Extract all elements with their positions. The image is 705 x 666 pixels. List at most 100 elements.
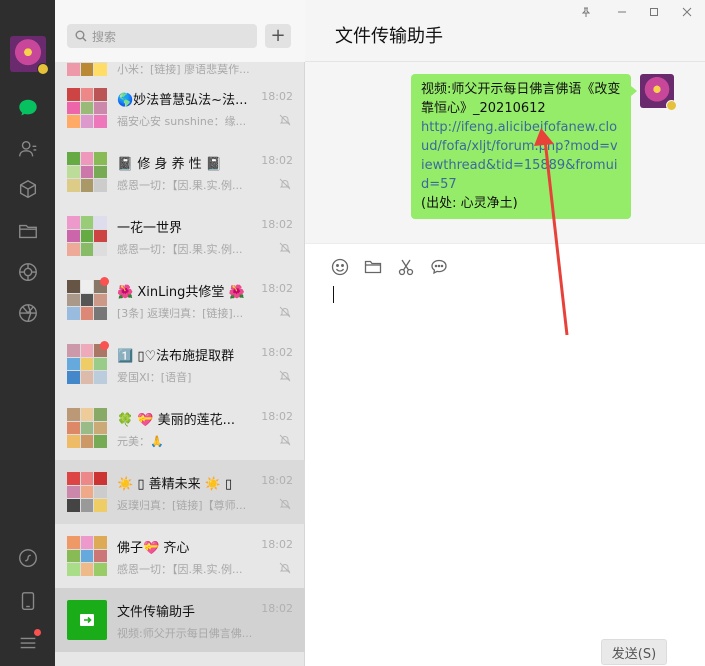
chat-time: 18:02 xyxy=(261,602,293,615)
start-chat-button[interactable]: + xyxy=(265,24,291,48)
sender-avatar[interactable] xyxy=(640,74,677,111)
chat-preview: 小米：[链接] 廖语悲莫作... xyxy=(117,63,250,76)
composer[interactable]: 发送(S) xyxy=(305,243,705,666)
message-link[interactable]: http://ifeng.alicibeifofanew.cloud/fofa/… xyxy=(421,120,618,192)
search-icon xyxy=(75,30,87,42)
group-avatar xyxy=(67,280,107,320)
group-avatar xyxy=(67,344,107,384)
chat-item[interactable]: 🌎妙法普慧弘法~法... 18:02 福安心安 sunshine：缘... xyxy=(55,76,305,140)
chat-item[interactable]: 一花一世界 18:02 感恩一切：【因.果.实.例... xyxy=(55,204,305,268)
chat-preview: 感恩一切：【因.果.实.例... xyxy=(117,179,243,192)
chat-name: 文件传输助手 xyxy=(117,605,196,620)
message-source: (出处: 心灵净土) xyxy=(421,196,518,211)
nav-sidebar xyxy=(0,0,55,666)
close-icon[interactable] xyxy=(680,5,694,19)
chat-icon[interactable] xyxy=(17,97,39,119)
chat-preview: 感恩一切：【因.果.实.例... xyxy=(117,563,243,576)
chat-time: 18:02 xyxy=(261,474,293,487)
chat-header: 文件传输助手 xyxy=(305,0,705,62)
chat-preview: 感恩一切：【因.果.实.例... xyxy=(117,243,243,256)
chat-item[interactable]: 🍀 💝 美丽的莲花... 18:02 元美：🙏 xyxy=(55,396,305,460)
folder-icon[interactable] xyxy=(362,256,383,277)
chat-item[interactable]: 佛子💝 齐心 18:02 感恩一切：【因.果.实.例... xyxy=(55,524,305,588)
mute-bell-icon xyxy=(279,242,291,254)
group-avatar xyxy=(67,88,107,128)
search-bar: 搜索 + xyxy=(55,0,305,62)
my-avatar[interactable] xyxy=(10,36,49,75)
message-text: 视频:师父开示每日佛言佛语《改变靠恒心》_20210612 xyxy=(421,82,621,116)
favorites-icon[interactable] xyxy=(17,179,39,201)
chat-time: 18:02 xyxy=(261,282,293,295)
emoji-icon[interactable] xyxy=(329,256,350,277)
search-placeholder: 搜索 xyxy=(92,29,117,44)
chat-name: 🌺 XinLing共修堂 🌺 xyxy=(117,285,245,300)
chat-list[interactable]: 小米：[链接] 廖语悲莫作... 🌎妙法普慧弘法~法... 18:02 福安心安… xyxy=(55,62,305,666)
chat-name: 🌎妙法普慧弘法~法... xyxy=(117,93,248,108)
message-area[interactable]: 视频:师父开示每日佛言佛语《改变靠恒心》_20210612 http://ife… xyxy=(305,63,705,243)
chat-preview: [3条] 返璞归真：[链接]... xyxy=(117,307,244,320)
chat-title: 文件传输助手 xyxy=(335,26,443,47)
send-button[interactable]: 发送(S) xyxy=(601,639,667,665)
moments-icon[interactable] xyxy=(17,261,39,283)
chat-time: 18:02 xyxy=(261,346,293,359)
text-cursor xyxy=(333,286,334,303)
chat-item[interactable]: ☀️ ▯ 善精未来 ☀️ ▯ 18:02 返璞归真：[链接]【尊师... xyxy=(55,460,305,524)
mute-bell-icon xyxy=(279,306,291,318)
chat-name: 一花一世界 xyxy=(117,221,183,236)
message-bubble[interactable]: 视频:师父开示每日佛言佛语《改变靠恒心》_20210612 http://ife… xyxy=(411,74,637,219)
mute-bell-icon xyxy=(279,434,291,446)
mute-bell-icon xyxy=(279,178,291,190)
contacts-icon[interactable] xyxy=(17,138,39,160)
mute-bell-icon xyxy=(279,114,291,126)
unread-dot xyxy=(100,277,109,286)
chat-name: 📓 修 身 养 性 📓 xyxy=(117,157,223,172)
chat-preview: 爱国XI：[语音] xyxy=(117,371,192,384)
chat-time: 18:02 xyxy=(261,218,293,231)
group-avatar xyxy=(67,536,107,576)
chat-name: 佛子💝 齐心 xyxy=(117,541,190,556)
minimize-icon[interactable] xyxy=(615,5,629,19)
chat-time: 18:02 xyxy=(261,410,293,423)
chat-item-file-transfer[interactable]: 文件传输助手 18:02 视频:师父开示每日佛言佛... xyxy=(55,588,305,652)
chat-item[interactable]: 1️⃣ ▯♡法布施提取群 18:02 爱国XI：[语音] xyxy=(55,332,305,396)
group-avatar xyxy=(67,216,107,256)
chat-preview: 元美：🙏 xyxy=(117,435,164,448)
search-input[interactable]: 搜索 xyxy=(67,24,257,48)
chat-item[interactable]: 小米：[链接] 廖语悲莫作... xyxy=(55,62,305,76)
group-avatar xyxy=(67,62,107,76)
chat-time: 18:02 xyxy=(261,90,293,103)
channels-icon[interactable] xyxy=(17,302,39,324)
wechat-window: 搜索 + 小米：[链接] 廖语悲莫作... 🌎妙法普慧弘法~法... 18:02… xyxy=(0,0,705,666)
chat-window-pane: 文件传输助手 视频:师父开示每日佛言佛语《改变靠恒心》_20210612 htt… xyxy=(305,0,705,666)
pin-icon[interactable] xyxy=(579,5,593,19)
mute-bell-icon xyxy=(279,562,291,574)
phone-icon[interactable] xyxy=(17,590,39,612)
unread-dot xyxy=(100,341,109,350)
chat-time: 18:02 xyxy=(261,538,293,551)
chat-name: 1️⃣ ▯♡法布施提取群 xyxy=(117,349,235,364)
file-transfer-icon xyxy=(80,614,94,626)
chat-list-panel: 搜索 + 小米：[链接] 廖语悲莫作... 🌎妙法普慧弘法~法... 18:02… xyxy=(55,0,305,666)
group-avatar xyxy=(67,408,107,448)
mute-bell-icon xyxy=(279,498,291,510)
status-badge xyxy=(666,100,677,111)
chat-item[interactable]: 🌺 XinLing共修堂 🌺 18:02 [3条] 返璞归真：[链接]... xyxy=(55,268,305,332)
maximize-icon[interactable] xyxy=(647,5,661,19)
menu-notification-dot xyxy=(34,629,41,636)
chat-time: 18:02 xyxy=(261,154,293,167)
file-transfer-avatar xyxy=(67,600,107,640)
chat-name: 🍀 💝 美丽的莲花... xyxy=(117,413,236,428)
status-badge xyxy=(37,63,49,75)
group-avatar xyxy=(67,472,107,512)
chat-preview: 视频:师父开示每日佛言佛... xyxy=(117,627,253,640)
chat-item[interactable]: 📓 修 身 养 性 📓 18:02 感恩一切：【因.果.实.例... xyxy=(55,140,305,204)
mini-program-icon[interactable] xyxy=(17,547,39,569)
group-avatar xyxy=(67,152,107,192)
plus-icon: + xyxy=(270,25,286,46)
files-icon[interactable] xyxy=(17,220,39,242)
chat-preview: 返璞归真：[链接]【尊师... xyxy=(117,499,247,512)
composer-toolbar xyxy=(329,256,449,277)
mute-bell-icon xyxy=(279,370,291,382)
chat-bubble-icon[interactable] xyxy=(428,256,449,277)
scissors-icon[interactable] xyxy=(395,256,416,277)
